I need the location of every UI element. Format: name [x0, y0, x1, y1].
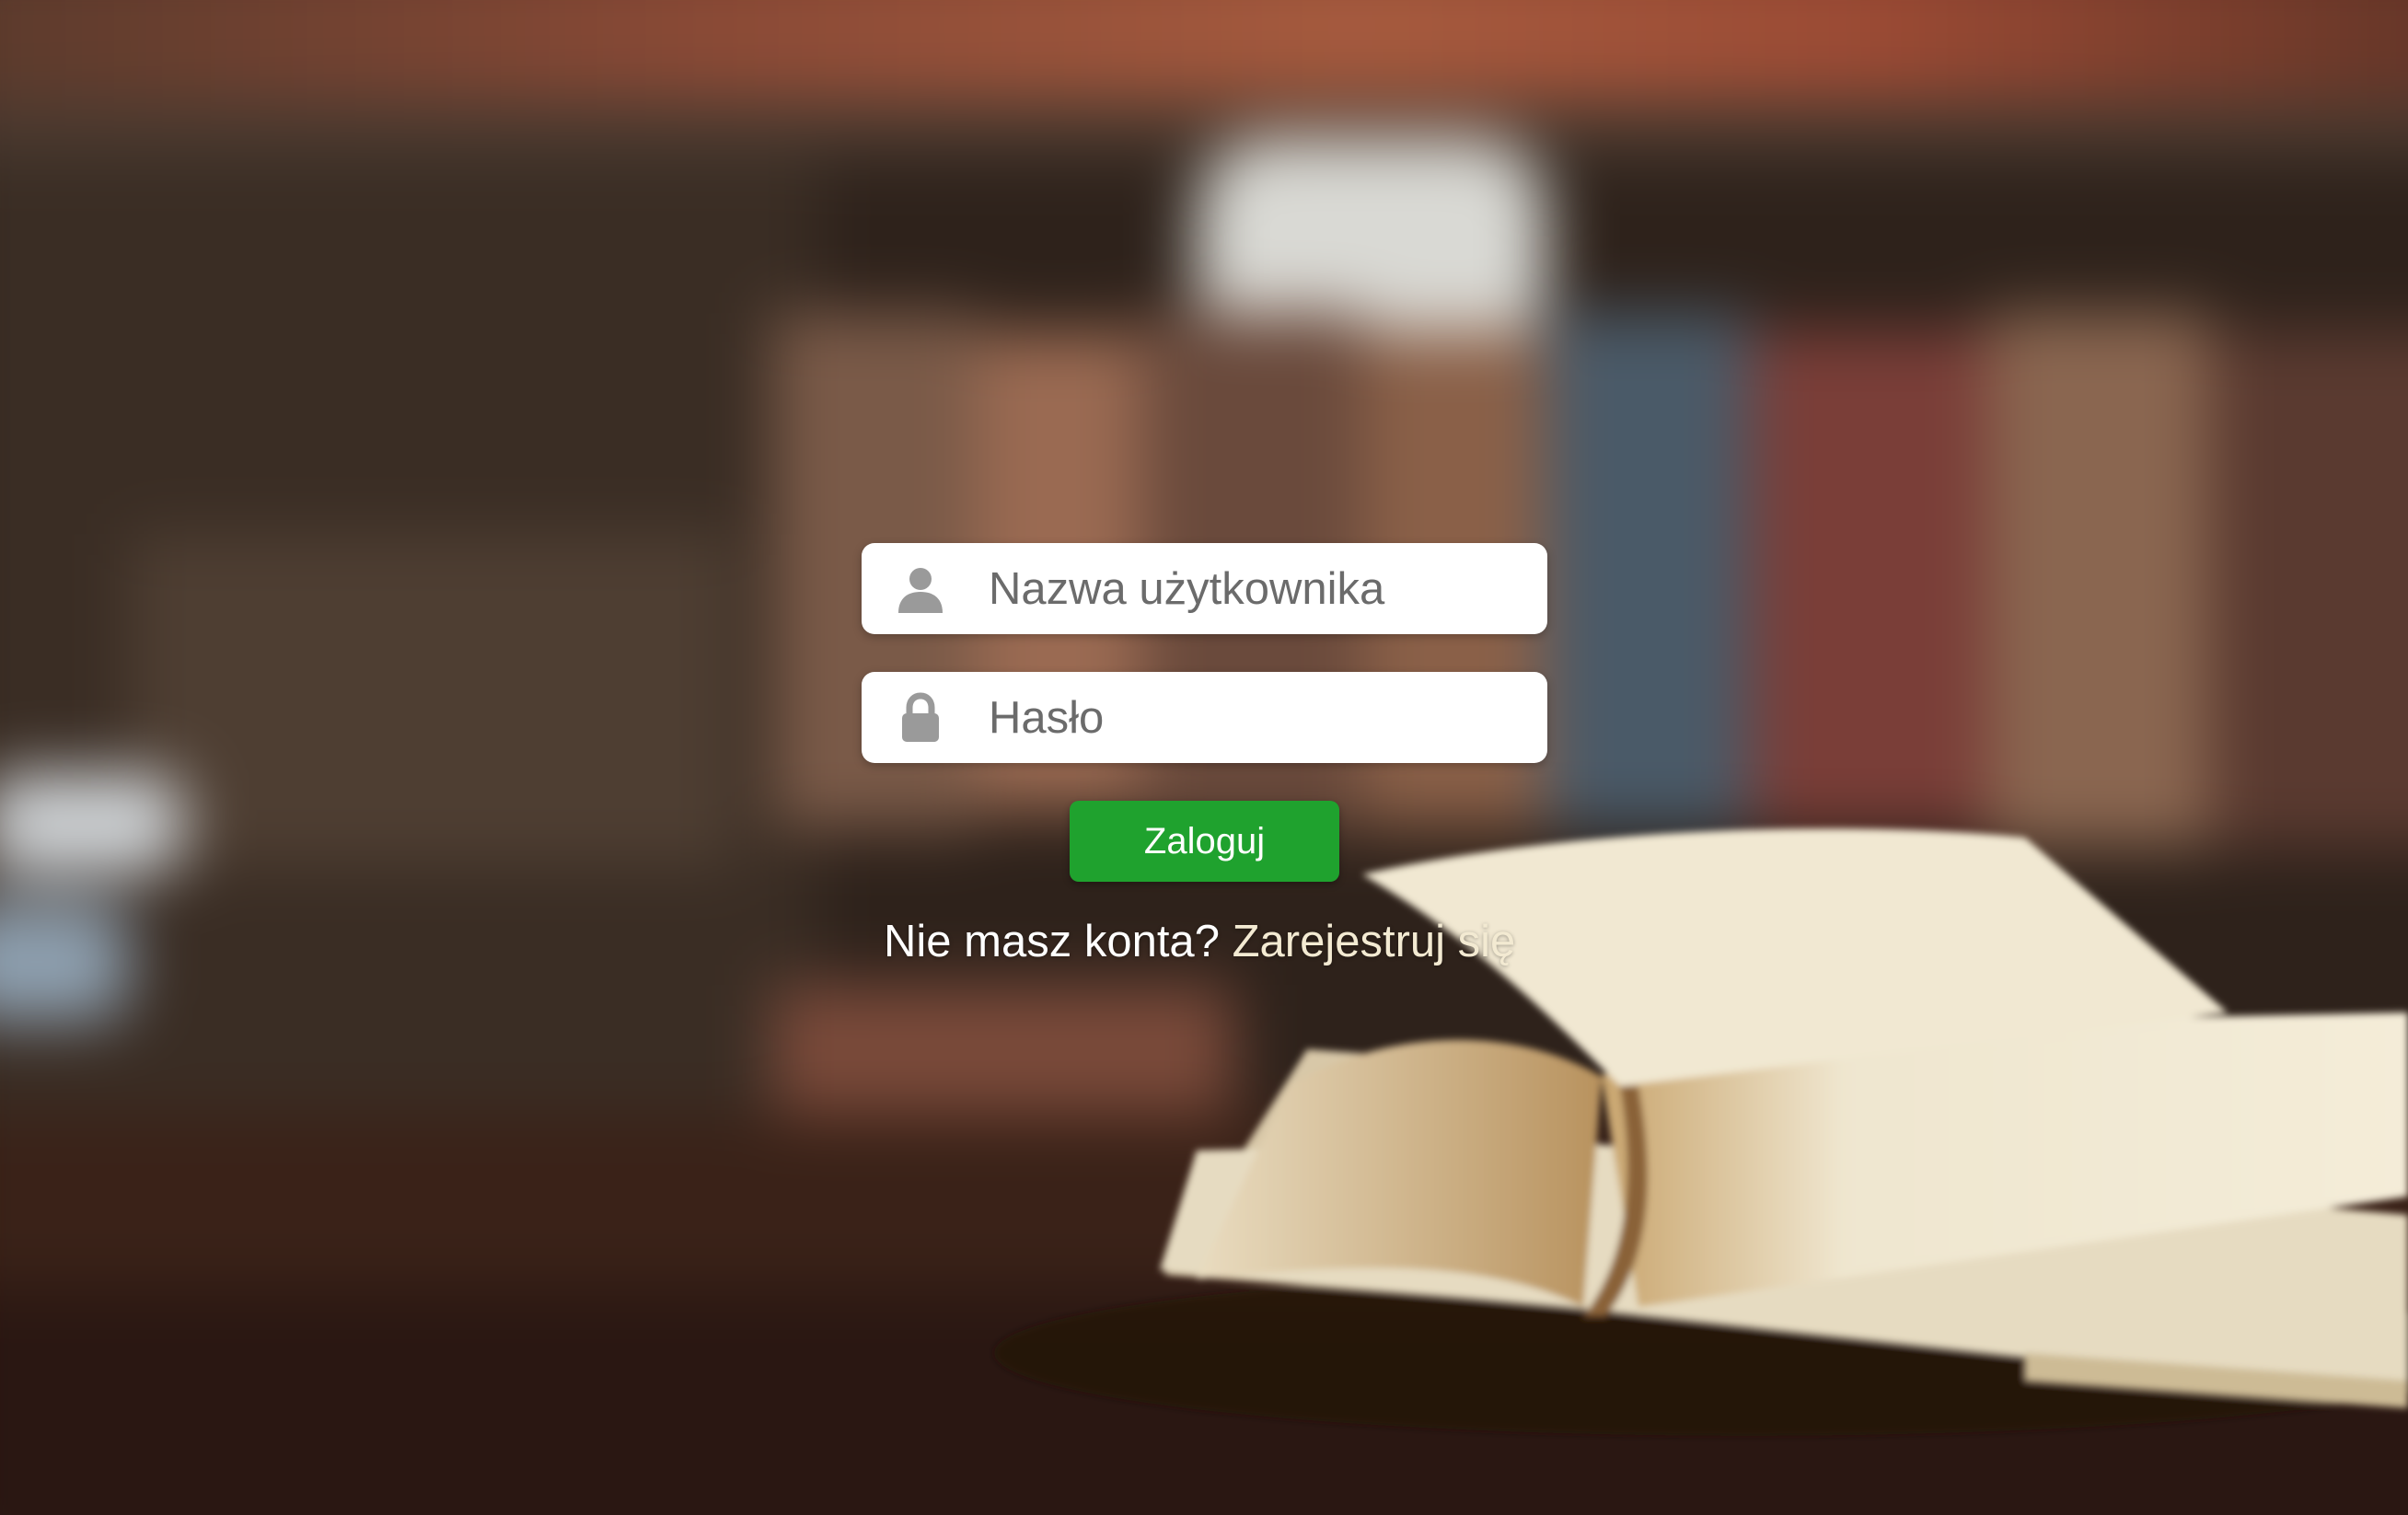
login-button[interactable]: Zaloguj	[1070, 801, 1339, 882]
register-prompt: Nie masz konta? Zarejestruj się	[884, 916, 1546, 967]
username-input[interactable]	[989, 543, 1522, 634]
password-field[interactable]	[862, 672, 1547, 763]
password-input[interactable]	[989, 672, 1522, 763]
no-account-text: Nie masz konta?	[884, 917, 1220, 966]
register-link[interactable]: Zarejestruj się	[1233, 917, 1516, 966]
user-icon	[898, 568, 943, 613]
lock-icon	[902, 692, 939, 742]
username-field[interactable]	[862, 543, 1547, 634]
login-screen: Zaloguj Nie masz konta? Zarejestruj się	[0, 0, 2408, 1515]
